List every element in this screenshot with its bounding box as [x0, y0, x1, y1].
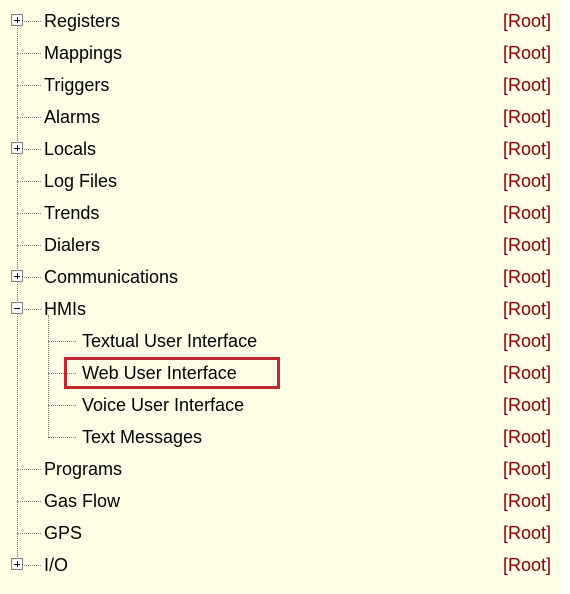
tree-item-gps[interactable]: GPS [Root]	[0, 517, 561, 549]
tree-item-registers[interactable]: Registers [Root]	[0, 5, 561, 37]
tree-item-status: [Root]	[502, 203, 551, 223]
tree-branch-line	[17, 469, 41, 470]
tree-item-status: [Root]	[502, 171, 551, 191]
tree-item-label: Trends	[44, 203, 100, 223]
tree-branch-line	[17, 533, 41, 534]
tree-item-label: I/O	[44, 555, 69, 575]
tree-item-status: [Root]	[502, 299, 551, 319]
tree-item-programs[interactable]: Programs [Root]	[0, 453, 561, 485]
tree-item-label: GPS	[44, 523, 83, 543]
tree-item-web-user-interface[interactable]: Web User Interface [Root]	[0, 357, 561, 389]
tree-branch-line	[48, 437, 76, 438]
tree-item-status: [Root]	[502, 267, 551, 287]
tree-item-locals[interactable]: Locals [Root]	[0, 133, 561, 165]
tree-branch-line	[48, 405, 76, 406]
expand-icon[interactable]	[11, 142, 23, 154]
tree-item-label: Log Files	[44, 171, 118, 191]
tree-item-label: Communications	[44, 267, 179, 287]
tree-item-label: Voice User Interface	[82, 395, 245, 415]
tree-item-status: [Root]	[502, 11, 551, 31]
tree-branch-line	[17, 245, 41, 246]
collapse-icon[interactable]	[11, 302, 23, 314]
tree-item-status: [Root]	[502, 363, 551, 383]
tree-item-voice-user-interface[interactable]: Voice User Interface [Root]	[0, 389, 561, 421]
tree-branch-line	[17, 181, 41, 182]
tree-item-status: [Root]	[502, 395, 551, 415]
tree-item-label: Programs	[44, 459, 123, 479]
tree-panel: Registers [Root] Mappings [Root] Triggers [Ro…	[0, 0, 561, 594]
tree-item-label: Locals	[44, 139, 97, 159]
tree-item-dialers[interactable]: Dialers [Root]	[0, 229, 561, 261]
tree-item-status: [Root]	[502, 107, 551, 127]
tree-branch-line	[48, 341, 76, 342]
tree-item-hmis[interactable]: HMIs [Root]	[0, 293, 561, 325]
tree-item-label: Dialers	[44, 235, 101, 255]
tree-item-status: [Root]	[502, 43, 551, 63]
tree-branch-line	[17, 85, 41, 86]
tree-item-label: Textual User Interface	[82, 331, 258, 351]
tree-item-alarms[interactable]: Alarms [Root]	[0, 101, 561, 133]
tree-item-triggers[interactable]: Triggers [Root]	[0, 69, 561, 101]
tree-item-status: [Root]	[502, 427, 551, 447]
tree-item-status: [Root]	[502, 75, 551, 95]
tree-branch-line	[17, 501, 41, 502]
tree-item-mappings[interactable]: Mappings [Root]	[0, 37, 561, 69]
tree-item-status: [Root]	[502, 331, 551, 351]
tree-item-label: Mappings	[44, 43, 123, 63]
tree-item-status: [Root]	[502, 555, 551, 575]
tree-item-label: Triggers	[44, 75, 110, 95]
tree-branch-line	[17, 213, 41, 214]
tree-item-textual-user-interface[interactable]: Textual User Interface [Root]	[0, 325, 561, 357]
tree-item-label: HMIs	[44, 299, 86, 319]
highlight-box	[64, 357, 280, 389]
tree-item-trends[interactable]: Trends [Root]	[0, 197, 561, 229]
tree-item-communications[interactable]: Communications [Root]	[0, 261, 561, 293]
tree-item-log-files[interactable]: Log Files [Root]	[0, 165, 561, 197]
tree-item-label: Alarms	[44, 107, 101, 127]
expand-icon[interactable]	[11, 14, 23, 26]
tree-item-status: [Root]	[502, 491, 551, 511]
tree-item-status: [Root]	[502, 459, 551, 479]
tree-item-label: Registers	[44, 11, 121, 31]
tree-item-label: Gas Flow	[44, 491, 121, 511]
tree-item-status: [Root]	[502, 235, 551, 255]
tree-item-label: Text Messages	[82, 427, 203, 447]
tree-branch-line	[17, 117, 41, 118]
tree-item-status: [Root]	[502, 139, 551, 159]
tree-item-gas-flow[interactable]: Gas Flow [Root]	[0, 485, 561, 517]
tree-item-text-messages[interactable]: Text Messages [Root]	[0, 421, 561, 453]
expand-icon[interactable]	[11, 558, 23, 570]
tree-branch-line	[17, 53, 41, 54]
tree-item-status: [Root]	[502, 523, 551, 543]
expand-icon[interactable]	[11, 270, 23, 282]
tree-item-i-o[interactable]: I/O [Root]	[0, 549, 561, 581]
